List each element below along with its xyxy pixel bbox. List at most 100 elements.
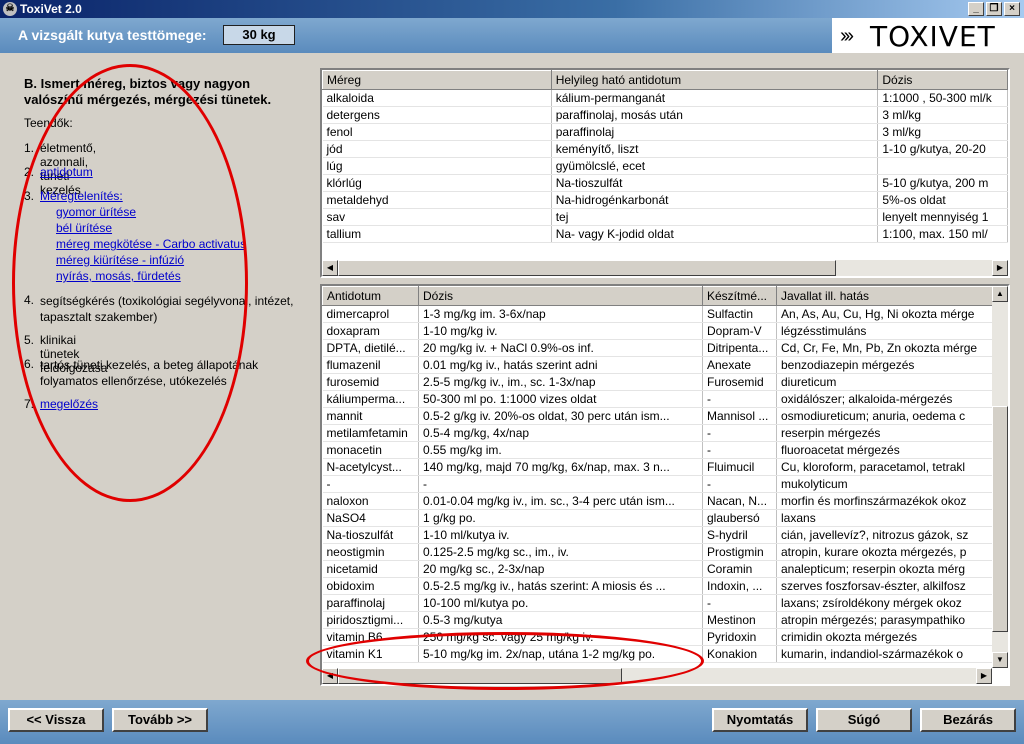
scroll-down-icon[interactable]: ▼: [992, 652, 1008, 668]
carbo-activatus-link[interactable]: méreg megkötése - Carbo activatus: [56, 237, 246, 251]
table-row[interactable]: monacetin 0.55 mg/kg im. - fluoroacetat mér…: [322, 441, 997, 459]
close-button[interactable]: Bezárás: [920, 708, 1016, 732]
table-cell: naloxon: [322, 492, 419, 510]
scroll-left-icon[interactable]: ◀: [322, 668, 338, 684]
table-row[interactable]: metaldehyd Na-hidrogénkarbonát 5%-os oldat: [322, 191, 1008, 209]
table-cell: -: [702, 441, 777, 459]
table-cell: 0.01-0.04 mg/kg iv., im. sc., 3-4 perc u…: [418, 492, 703, 510]
column-header[interactable]: Méreg: [322, 70, 552, 90]
table-row[interactable]: vitamin K1 5-10 mg/kg im. 2x/nap, utána 1…: [322, 645, 997, 663]
antidote-table-hscrollbar[interactable]: ◀ ▶: [322, 668, 992, 684]
app-skull-icon: ☠: [3, 2, 17, 16]
table-cell: tallium: [322, 225, 552, 243]
antidote-table-vscrollbar[interactable]: ▲ ▼: [992, 286, 1008, 668]
poison-table-body: alkaloida kálium-permanganát 1:1000 , 50-3…: [322, 89, 1008, 243]
weight-field[interactable]: 30 kg: [223, 25, 295, 45]
table-cell: Anexate: [702, 356, 777, 374]
table-cell: laxans: [776, 509, 997, 527]
table-row[interactable]: neostigmin 0.125-2.5 mg/kg sc., im., iv. P…: [322, 543, 997, 561]
table-row[interactable]: mannit 0.5-2 g/kg iv. 20%-os oldat, 30 pe…: [322, 407, 997, 425]
column-header[interactable]: Javallat ill. hatás: [776, 286, 997, 306]
help-button[interactable]: Súgó: [816, 708, 912, 732]
table-row[interactable]: Na-tioszulfát 1-10 ml/kutya iv. S-hydril ci…: [322, 526, 997, 544]
table-cell: Pyridoxin: [702, 628, 777, 646]
table-cell: tej: [551, 208, 879, 226]
table-cell: mannit: [322, 407, 419, 425]
table-cell: benzodiazepin mérgezés: [776, 356, 997, 374]
antidotum-link[interactable]: antidotum: [40, 165, 93, 179]
table-cell: 3 ml/kg: [877, 123, 1008, 141]
table-row[interactable]: obidoxim 0.5-2.5 mg/kg iv., hatás szerint…: [322, 577, 997, 595]
table-row[interactable]: - - - mukolyticum: [322, 475, 997, 493]
table-row[interactable]: sav tej lenyelt mennyiség 1: [322, 208, 1008, 226]
poison-table-hscrollbar[interactable]: ◀ ▶: [322, 260, 1008, 276]
table-row[interactable]: furosemid 2.5-5 mg/kg iv., im., sc. 1-3x/…: [322, 373, 997, 391]
bel-uritese-link[interactable]: bél ürítése: [56, 221, 112, 235]
antidote-table: Antidotum Dózis Készítmé... Javallat ill…: [320, 284, 1010, 686]
table-cell: 5-10 mg/kg im. 2x/nap, utána 1-2 mg/kg p…: [418, 645, 703, 663]
next-button[interactable]: Tovább >>: [112, 708, 208, 732]
table-cell: 1:1000 , 50-300 ml/k: [877, 89, 1008, 107]
table-cell: detergens: [322, 106, 552, 124]
table-row[interactable]: detergens paraffinolaj, mosás után 3 ml/kg: [322, 106, 1008, 124]
table-cell: káliumperma...: [322, 390, 419, 408]
scroll-left-icon[interactable]: ◀: [322, 260, 338, 276]
table-row[interactable]: káliumperma... 50-300 ml po. 1:1000 vizes…: [322, 390, 997, 408]
column-header[interactable]: Antidotum: [322, 286, 419, 306]
table-row[interactable]: dimercaprol 1-3 mg/kg im. 3-6x/nap Sulfact…: [322, 305, 997, 323]
left-panel: B. Ismert méreg, biztos vagy nagyon való…: [24, 76, 309, 130]
nyiras-mosas-link[interactable]: nyírás, mosás, fürdetés: [56, 269, 181, 283]
back-button[interactable]: << Vissza: [8, 708, 104, 732]
scroll-thumb[interactable]: [338, 260, 836, 276]
minimize-button[interactable]: _: [968, 2, 984, 16]
table-row[interactable]: alkaloida kálium-permanganát 1:1000 , 50-3…: [322, 89, 1008, 107]
table-cell: An, As, Au, Cu, Hg, Ni okozta mérge: [776, 305, 997, 323]
table-cell: vitamin K1: [322, 645, 419, 663]
table-row[interactable]: nicetamid 20 mg/kg sc., 2-3x/nap Coramin an…: [322, 560, 997, 578]
table-cell: morfin és morfinszármazékok okoz: [776, 492, 997, 510]
table-row[interactable]: DPTA, dietilé... 20 mg/kg iv. + NaCl 0.9%…: [322, 339, 997, 357]
gyomor-uritese-link[interactable]: gyomor ürítése: [56, 205, 136, 219]
table-cell: laxans; zsíroldékony mérgek okoz: [776, 594, 997, 612]
scroll-thumb[interactable]: [992, 406, 1008, 632]
scroll-thumb[interactable]: [338, 668, 622, 684]
table-cell: fenol: [322, 123, 552, 141]
table-row[interactable]: piridosztigmi... 0.5-3 mg/kutya Mestinon at…: [322, 611, 997, 629]
close-window-button[interactable]: ×: [1004, 2, 1020, 16]
table-cell: S-hydril: [702, 526, 777, 544]
table-row[interactable]: NaSO4 1 g/kg po. glaubersó laxans: [322, 509, 997, 527]
table-cell: NaSO4: [322, 509, 419, 527]
meregtelenites-link[interactable]: Méregtelenítés:: [40, 189, 123, 203]
table-row[interactable]: lúg gyümölcslé, ecet: [322, 157, 1008, 175]
table-row[interactable]: fenol paraffinolaj 3 ml/kg: [322, 123, 1008, 141]
table-row[interactable]: tallium Na- vagy K-jodid oldat 1:100, max.…: [322, 225, 1008, 243]
column-header[interactable]: Készítmé...: [702, 286, 777, 306]
table-row[interactable]: naloxon 0.01-0.04 mg/kg iv., im. sc., 3-4…: [322, 492, 997, 510]
restore-button[interactable]: ❐: [986, 2, 1002, 16]
table-cell: -: [702, 424, 777, 442]
scroll-up-icon[interactable]: ▲: [992, 286, 1008, 302]
table-cell: 2.5-5 mg/kg iv., im., sc. 1-3x/nap: [418, 373, 703, 391]
table-row[interactable]: N-acetylcyst... 140 mg/kg, majd 70 mg/kg,…: [322, 458, 997, 476]
scroll-right-icon[interactable]: ▶: [992, 260, 1008, 276]
megelozes-link[interactable]: megelőzés: [40, 397, 98, 411]
table-header-row: Antidotum Dózis Készítmé... Javallat ill…: [322, 286, 997, 306]
column-header[interactable]: Dózis: [418, 286, 703, 306]
print-button[interactable]: Nyomtatás: [712, 708, 808, 732]
table-cell: 250 mg/kg sc. vagy 25 mg/kg iv.: [418, 628, 703, 646]
table-row[interactable]: vitamin B6 250 mg/kg sc. vagy 25 mg/kg iv…: [322, 628, 997, 646]
column-header[interactable]: Dózis: [877, 70, 1008, 90]
table-row[interactable]: metilamfetamin 0.5-4 mg/kg, 4x/nap - reserp…: [322, 424, 997, 442]
column-header[interactable]: Helyileg ható antidotum: [550, 70, 879, 90]
logo-text: TOXIVET: [870, 20, 996, 53]
table-cell: Mestinon: [702, 611, 777, 629]
scroll-right-icon[interactable]: ▶: [976, 668, 992, 684]
table-cell: -: [702, 475, 777, 493]
infuzio-link[interactable]: méreg kiürítése - infúzió: [56, 253, 184, 267]
table-row[interactable]: jód keményítő, liszt 1-10 g/kutya, 20-20: [322, 140, 1008, 158]
table-row[interactable]: flumazenil 0.01 mg/kg iv., hatás szerint …: [322, 356, 997, 374]
table-row[interactable]: paraffinolaj 10-100 ml/kutya po. - laxans; …: [322, 594, 997, 612]
table-row[interactable]: klórlúg Na-tioszulfát 5-10 g/kutya, 200 m: [322, 174, 1008, 192]
table-cell: Prostigmin: [702, 543, 777, 561]
table-row[interactable]: doxapram 1-10 mg/kg iv. Dopram-V légzésstim…: [322, 322, 997, 340]
